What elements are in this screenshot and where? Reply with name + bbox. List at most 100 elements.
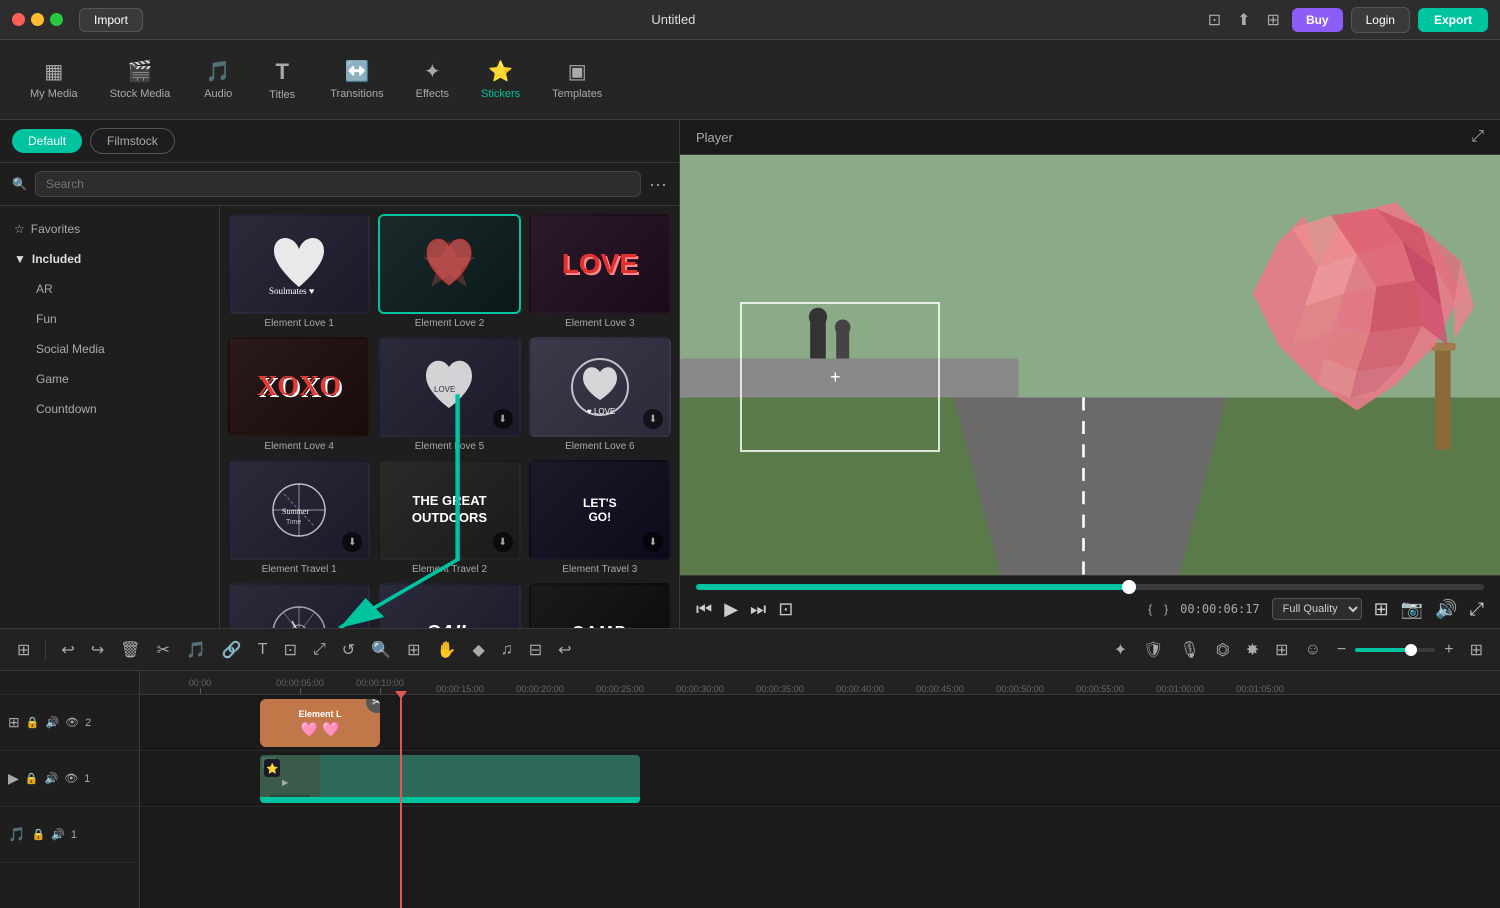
- timeline-tracks[interactable]: 00:00 00:00:05:00 00:00:10:00 00:00:15:0…: [140, 671, 1500, 908]
- effects-btn1[interactable]: ✦: [1109, 637, 1132, 663]
- sticker-travel2[interactable]: THE GREATOUTDOORS ⬇ Element Travel 2: [378, 460, 520, 575]
- sticker-travel1[interactable]: Summer Time ⬇ Element Travel 1: [228, 460, 370, 575]
- pip-button[interactable]: ⊟: [524, 637, 547, 663]
- toolbar-my-media[interactable]: ▦ My Media: [16, 51, 92, 108]
- track1-lock-icon[interactable]: 🔒: [25, 772, 39, 785]
- minimize-traffic-light[interactable]: [31, 13, 44, 26]
- player-expand-icon[interactable]: ⤢: [1471, 128, 1484, 146]
- zoom-thumb[interactable]: [1405, 644, 1417, 656]
- track2-eye-icon[interactable]: 👁: [65, 716, 79, 729]
- crop-button[interactable]: ⊡: [778, 599, 793, 620]
- effects-btn3[interactable]: 🎙: [1174, 637, 1204, 663]
- buy-button[interactable]: Buy: [1292, 8, 1343, 32]
- audio1-volume-icon[interactable]: 🔊: [51, 828, 65, 841]
- track2-lock-icon[interactable]: 🔒: [26, 716, 40, 729]
- monitor-icon[interactable]: ⊡: [1204, 8, 1225, 32]
- audio-detach-button[interactable]: 🎵: [181, 637, 211, 663]
- effects-btn4[interactable]: ⏣: [1211, 637, 1235, 663]
- screenshot-button[interactable]: 📷: [1401, 599, 1423, 620]
- sticker-love5[interactable]: LOVE ⬇ Element Love 5: [378, 337, 520, 452]
- audio1-lock-icon[interactable]: 🔒: [31, 828, 45, 841]
- rotate-button[interactable]: ↺: [337, 637, 360, 663]
- search-input[interactable]: [35, 171, 641, 197]
- sticker-love3[interactable]: LOVE Element Love 3: [529, 214, 671, 329]
- track1-eye-icon[interactable]: 👁: [64, 772, 78, 785]
- progress-thumb[interactable]: [1122, 580, 1136, 594]
- cloud-icon[interactable]: ⬆: [1233, 8, 1254, 32]
- fast-forward-button[interactable]: ⏭: [750, 599, 766, 620]
- toolbar-audio[interactable]: 🎵 Audio: [188, 51, 248, 108]
- export-button[interactable]: Export: [1418, 8, 1488, 32]
- toolbar-transitions[interactable]: ↔️ Transitions: [316, 51, 397, 108]
- effects-btn7[interactable]: ☺: [1300, 638, 1326, 662]
- tab-default[interactable]: Default: [12, 129, 82, 153]
- sticker-thumb-travel4: ✕ ⬇: [228, 583, 370, 628]
- toolbar-templates[interactable]: ▣ Templates: [538, 51, 616, 108]
- track2-volume-icon[interactable]: 🔊: [45, 716, 59, 729]
- step-back-button[interactable]: ⏮: [696, 599, 712, 620]
- pan-button[interactable]: ✋: [432, 637, 462, 663]
- more-options-button[interactable]: ···: [649, 174, 667, 195]
- quality-select[interactable]: Full Quality 1/2 Quality 1/4 Quality: [1272, 598, 1362, 620]
- zoom-fill: [1355, 648, 1411, 652]
- sticker-travel6[interactable]: CAMP Element Travel 6: [529, 583, 671, 628]
- sticker-love4[interactable]: XOXO Element Love 4: [228, 337, 370, 452]
- layout-icon[interactable]: ⊞: [1263, 8, 1284, 32]
- sticker-clip[interactable]: ✂ Element L 🩷 🩷: [260, 699, 380, 747]
- keyframe-button[interactable]: ◆: [467, 637, 489, 663]
- fullscreen-button[interactable]: ⤢: [1470, 599, 1484, 620]
- zoom-in-button[interactable]: +: [1439, 638, 1458, 662]
- sticker-love1[interactable]: Soulmates ♥ Element Love 1: [228, 214, 370, 329]
- titlebar-right-controls: ⊡ ⬆ ⊞ Buy Login Export: [1204, 7, 1488, 33]
- reverse-button[interactable]: ↩: [553, 637, 576, 663]
- toolbar-effects[interactable]: ✦ Effects: [402, 51, 463, 108]
- sidebar-item-ar[interactable]: AR: [0, 274, 219, 304]
- timeline-layout-button[interactable]: ⊞: [1465, 637, 1488, 663]
- close-traffic-light[interactable]: [12, 13, 25, 26]
- sidebar-item-favorites[interactable]: ☆ Favorites: [0, 214, 219, 244]
- sticker-love6[interactable]: ♥ LOVE ⬇ Element Love 6: [529, 337, 671, 452]
- playhead[interactable]: [400, 695, 402, 908]
- audio-button2[interactable]: ♫: [496, 638, 518, 662]
- toolbar-stickers[interactable]: ⭐ Stickers: [467, 51, 534, 108]
- zoom-out-button[interactable]: −: [1332, 638, 1351, 662]
- sidebar-item-countdown[interactable]: Countdown: [0, 394, 219, 424]
- track1-volume-icon[interactable]: 🔊: [44, 772, 58, 785]
- effects-btn5[interactable]: ✸: [1241, 637, 1264, 663]
- volume-button[interactable]: 🔊: [1435, 599, 1457, 620]
- crop-timeline-button[interactable]: ⊡: [279, 637, 302, 663]
- track2-add-icon[interactable]: ⊞: [8, 714, 20, 731]
- sticker-travel4[interactable]: ✕ ⬇ Element Travel 4: [228, 583, 370, 628]
- effects-btn2[interactable]: 🛡: [1138, 637, 1168, 663]
- love5-svg: LOVE: [414, 352, 484, 422]
- sidebar-item-fun[interactable]: Fun: [0, 304, 219, 334]
- transform-button[interactable]: ⤢: [308, 638, 331, 662]
- play-button[interactable]: ▶: [724, 599, 738, 620]
- sidebar-item-game[interactable]: Game: [0, 364, 219, 394]
- fit-screen-button[interactable]: ⊞: [1374, 599, 1389, 620]
- tab-filmstock[interactable]: Filmstock: [90, 128, 175, 154]
- cut-button[interactable]: ✂: [152, 637, 175, 663]
- undo-button[interactable]: ↩: [56, 637, 79, 663]
- sticker-travel3[interactable]: LET'SGO! ⬇ Element Travel 3: [529, 460, 671, 575]
- zoom-track[interactable]: [1355, 648, 1435, 652]
- maximize-traffic-light[interactable]: [50, 13, 63, 26]
- playback-progress-bar[interactable]: [696, 584, 1484, 590]
- resize-button[interactable]: ⊞: [402, 637, 425, 663]
- delete-button[interactable]: 🗑: [115, 637, 145, 663]
- text-button[interactable]: T: [253, 638, 273, 662]
- sidebar-item-social-media[interactable]: Social Media: [0, 334, 219, 364]
- sticker-travel5[interactable]: SAIL ⬇ Element Travel 5: [378, 583, 520, 628]
- sidebar-header-included[interactable]: ▼ Included: [0, 244, 219, 274]
- magnify-button[interactable]: 🔍: [366, 637, 396, 663]
- sticker-love2[interactable]: Element Love 2: [378, 214, 520, 329]
- login-button[interactable]: Login: [1351, 7, 1410, 33]
- import-button[interactable]: Import: [79, 8, 143, 32]
- redo-button[interactable]: ↪: [86, 637, 109, 663]
- toolbar-stock-media[interactable]: 🎬 Stock Media: [96, 51, 185, 108]
- timeline-grid-button[interactable]: ⊞: [12, 637, 35, 663]
- video-clip[interactable]: ▶ ⭐: [260, 755, 640, 803]
- link-button[interactable]: 🔗: [217, 637, 247, 663]
- effects-btn6[interactable]: ⊞: [1270, 637, 1293, 663]
- toolbar-titles[interactable]: T Titles: [252, 51, 312, 109]
